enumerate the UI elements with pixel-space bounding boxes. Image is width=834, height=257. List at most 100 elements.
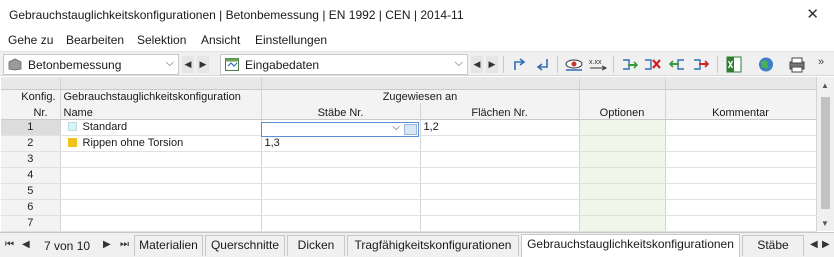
arrow-up-icon[interactable] <box>510 56 530 73</box>
comment-cell[interactable] <box>665 167 817 184</box>
options-cell[interactable] <box>579 151 666 168</box>
members-cell[interactable] <box>261 151 421 168</box>
table-row[interactable]: 6 <box>1 199 817 216</box>
module-select[interactable]: Betonbemessung ⌵ <box>3 54 179 75</box>
surfaces-cell[interactable] <box>420 183 580 200</box>
close-icon[interactable]: ✕ <box>806 5 819 23</box>
next-tab-icon[interactable]: ▶ <box>103 239 111 250</box>
surfaces-cell[interactable] <box>420 167 580 184</box>
comment-cell[interactable] <box>665 183 817 200</box>
overflow-icon[interactable]: » <box>818 56 824 68</box>
surfaces-cell[interactable] <box>420 135 580 152</box>
config-name-cell[interactable] <box>60 151 262 168</box>
module-select-label: Betonbemessung <box>28 58 122 72</box>
toolbar-separator <box>503 56 504 73</box>
prev-module-button[interactable]: ◀ <box>182 56 194 73</box>
page-indicator: 7 von 10 <box>44 239 91 253</box>
config-name-cell[interactable] <box>60 167 262 184</box>
comment-cell[interactable] <box>665 135 817 152</box>
table-row[interactable]: 4 <box>1 167 817 184</box>
comment-cell[interactable] <box>665 199 817 216</box>
move-right-icon[interactable] <box>691 56 711 73</box>
next-table-button[interactable]: ▶ <box>486 56 498 73</box>
members-cell[interactable] <box>261 215 421 232</box>
menu-bar: Gehe zu Bearbeiten Selektion Ansicht Ein… <box>0 32 834 50</box>
vertical-scrollbar[interactable]: ▲ ▼ <box>817 77 834 231</box>
row-number: 3 <box>1 151 61 168</box>
config-table: Konfig. Gebrauchstauglichkeitskonfigurat… <box>1 77 817 232</box>
column-header-f <box>665 77 817 90</box>
scroll-up-icon[interactable]: ▲ <box>821 81 829 90</box>
column-header-cd <box>261 77 580 90</box>
config-name-cell[interactable] <box>60 215 262 232</box>
scroll-tabs-left-icon[interactable]: ◀ <box>810 239 818 250</box>
pick-in-graphic-icon[interactable] <box>404 124 417 135</box>
svg-text:x.xx: x.xx <box>589 59 602 66</box>
comment-cell[interactable] <box>665 215 817 232</box>
tab-gebrauchstauglichkeitskonfigurationen[interactable]: Gebrauchstauglichkeitskonfigurationen <box>521 234 740 257</box>
last-tab-icon[interactable]: ⏭ <box>120 239 129 250</box>
members-cell[interactable] <box>261 183 421 200</box>
header-config-no-line1: Konfig. <box>1 89 61 103</box>
surfaces-cell[interactable] <box>420 199 580 216</box>
options-cell[interactable] <box>579 183 666 200</box>
tab-querschnitte[interactable]: Querschnitte <box>205 235 285 256</box>
config-name-cell[interactable] <box>60 199 262 216</box>
options-cell[interactable] <box>579 135 666 152</box>
comment-cell[interactable] <box>665 151 817 168</box>
surfaces-cell[interactable] <box>420 151 580 168</box>
arrow-down-icon[interactable] <box>532 56 552 73</box>
menu-item-einstellungen[interactable]: Einstellungen <box>255 33 327 47</box>
tab-tragfaehigkeitskonfigurationen[interactable]: Tragfähigkeitskonfigurationen <box>347 235 519 256</box>
config-name-cell[interactable]: Standard <box>60 119 262 136</box>
table-row[interactable]: 2 Rippen ohne Torsion 1,3 <box>1 135 817 152</box>
table-row[interactable]: 7 <box>1 215 817 232</box>
scrollbar-thumb[interactable] <box>821 97 830 209</box>
color-swatch <box>67 138 77 147</box>
scroll-down-icon[interactable]: ▼ <box>821 219 829 228</box>
config-name-cell[interactable] <box>60 183 262 200</box>
prev-tab-icon[interactable]: ◀ <box>22 239 30 250</box>
menu-item-gehe-zu[interactable]: Gehe zu <box>8 33 53 47</box>
move-left-icon[interactable] <box>667 56 687 73</box>
view-icon[interactable] <box>564 56 584 73</box>
comment-cell[interactable] <box>665 119 817 136</box>
options-cell[interactable] <box>579 199 666 216</box>
first-tab-icon[interactable]: ⏮ <box>5 239 14 250</box>
tab-materialien[interactable]: Materialien <box>134 235 203 256</box>
column-header-e <box>579 77 666 90</box>
scroll-tabs-right-icon[interactable]: ▶ <box>822 239 830 250</box>
next-module-button[interactable]: ▶ <box>197 56 209 73</box>
row-number: 5 <box>1 183 61 200</box>
menu-item-bearbeiten[interactable]: Bearbeiten <box>66 33 124 47</box>
excel-export-icon[interactable] <box>724 56 744 73</box>
table-select[interactable]: Eingabedaten ⌵ <box>220 54 468 75</box>
tab-dicken[interactable]: Dicken <box>287 235 345 256</box>
prev-table-button[interactable]: ◀ <box>471 56 483 73</box>
chevron-down-icon[interactable]: ⌵ <box>392 122 400 133</box>
table-row[interactable]: 3 <box>1 151 817 168</box>
members-cell[interactable] <box>261 167 421 184</box>
members-cell[interactable] <box>261 199 421 216</box>
surfaces-cell[interactable] <box>420 215 580 232</box>
options-cell[interactable] <box>579 215 666 232</box>
tab-staebe[interactable]: Stäbe <box>742 235 804 256</box>
header-options: Optionen <box>579 103 666 120</box>
globe-icon[interactable] <box>756 56 776 73</box>
options-cell[interactable] <box>579 119 666 136</box>
config-name-cell[interactable]: Rippen ohne Torsion <box>60 135 262 152</box>
delete-icon[interactable] <box>643 56 663 73</box>
import-icon[interactable] <box>620 56 640 73</box>
row-number: 6 <box>1 199 61 216</box>
print-icon[interactable] <box>787 56 807 73</box>
menu-item-ansicht[interactable]: Ansicht <box>201 33 240 47</box>
members-edit-field[interactable]: ⌵ <box>261 122 419 137</box>
row-number: 7 <box>1 215 61 232</box>
numbering-icon[interactable]: x.xx <box>588 56 608 73</box>
color-swatch <box>67 122 77 131</box>
surfaces-cell[interactable]: 1,2 <box>420 119 580 136</box>
members-cell[interactable]: 1,3 <box>261 135 421 152</box>
menu-item-selektion[interactable]: Selektion <box>137 33 186 47</box>
table-row[interactable]: 5 <box>1 183 817 200</box>
options-cell[interactable] <box>579 167 666 184</box>
